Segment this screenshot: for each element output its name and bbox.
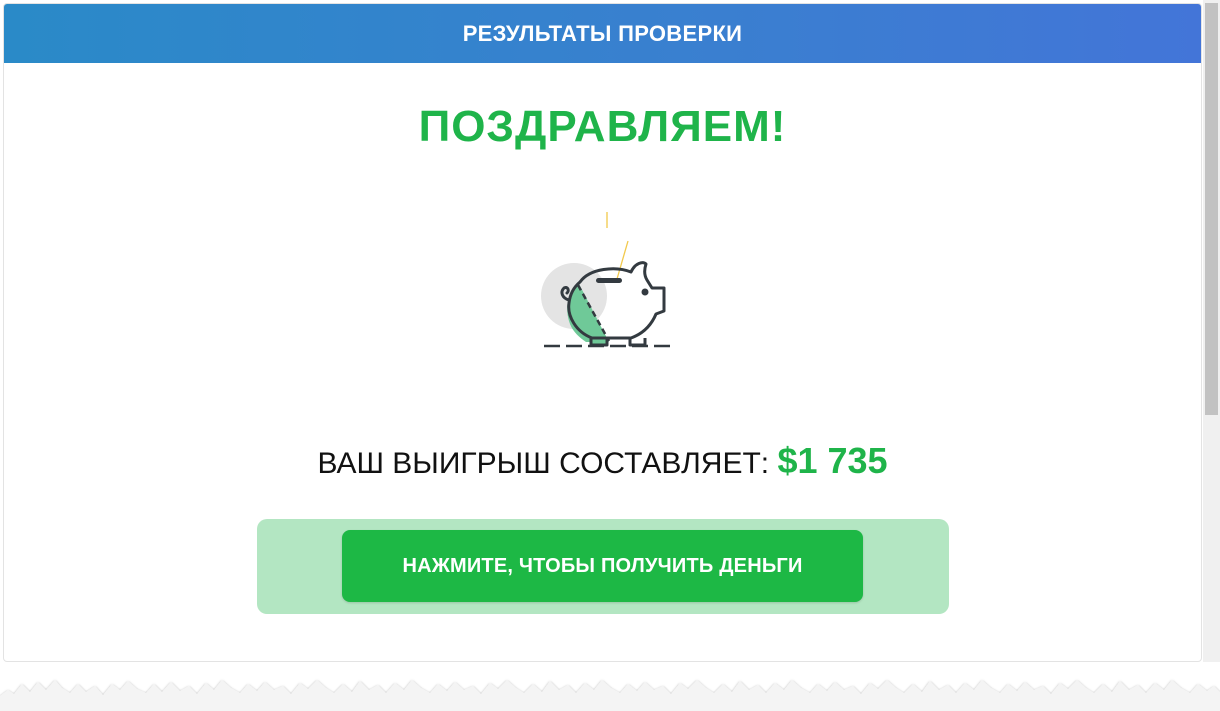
vertical-scrollbar[interactable] bbox=[1203, 0, 1220, 662]
torn-edge-decoration bbox=[0, 680, 1220, 711]
results-card: РЕЗУЛЬТАТЫ ПРОВЕРКИ ПОЗДРАВЛЯЕМ! ВАШ ВЫИ… bbox=[3, 3, 1202, 662]
winnings-amount: $1 735 bbox=[777, 440, 888, 481]
scroll-thumb[interactable] bbox=[1205, 3, 1218, 415]
winnings-label: ВАШ ВЫИГРЫШ СОСТАВЛЯЕТ: bbox=[317, 447, 770, 480]
winnings-line: ВАШ ВЫИГРЫШ СОСТАВЛЯЕТ: $1 735 bbox=[4, 440, 1201, 482]
page-title: РЕЗУЛЬТАТЫ ПРОВЕРКИ bbox=[462, 20, 743, 46]
congrats-headline: ПОЗДРАВЛЯЕМ! bbox=[418, 102, 787, 151]
card-header: РЕЗУЛЬТАТЫ ПРОВЕРКИ bbox=[4, 4, 1201, 63]
get-money-button[interactable]: НАЖМИТЕ, ЧТОБЫ ПОЛУЧИТЬ ДЕНЬГИ bbox=[342, 530, 863, 602]
cta-halo: НАЖМИТЕ, ЧТОБЫ ПОЛУЧИТЬ ДЕНЬГИ bbox=[257, 519, 949, 614]
piggy-bank-icon bbox=[541, 212, 672, 348]
